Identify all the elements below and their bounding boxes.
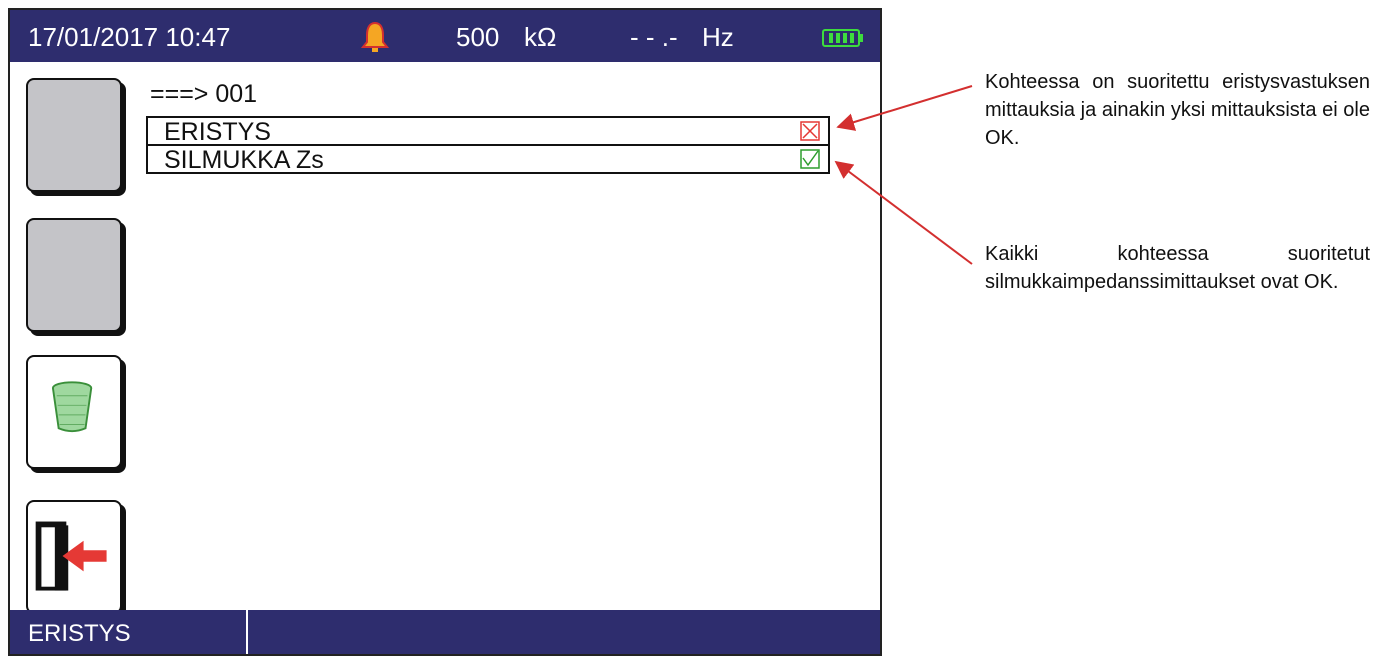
bottom-bar: ERISTYS [10,610,880,654]
frequency-unit: Hz [702,22,734,52]
device-screen: 17/01/2017 10:47 500 kΩ - - .- Hz ===> 0… [8,8,882,656]
list-item-label: ERISTYS [164,118,271,146]
delete-button[interactable] [26,355,122,469]
status-bar: 17/01/2017 10:47 500 kΩ - - .- Hz [10,10,880,62]
path-label: ===> 001 [150,80,258,108]
battery-full-icon [822,29,863,47]
tab-divider [246,610,248,654]
side-button-1[interactable] [26,78,122,192]
annotation-ok-note: Kaikki kohteessa suoritetut silmukkaimpe… [985,243,1370,293]
datetime: 17/01/2017 10:47 [28,22,231,52]
bell-icon [360,21,390,52]
measurement-list: ERISTYS SILMUKKA Zs [146,116,830,174]
exit-door-icon [35,521,107,591]
fail-checkbox-icon [800,121,820,141]
list-item-label: SILMUKKA Zs [164,146,324,174]
side-button-2[interactable] [26,218,122,332]
voltage-unit: kΩ [524,22,557,52]
list-item-silmukka-zs[interactable]: SILMUKKA Zs [146,144,830,174]
list-item-eristys[interactable]: ERISTYS [146,116,830,146]
ok-checkbox-icon [800,149,820,169]
frequency-value: - - .- [630,22,678,52]
exit-button[interactable] [26,500,122,614]
tab-eristys[interactable]: ERISTYS [28,620,131,648]
trash-icon [51,381,93,433]
annotation-fail-note: Kohteessa on suoritettu eristysvastuksen… [985,71,1370,149]
voltage-value: 500 [456,22,500,52]
